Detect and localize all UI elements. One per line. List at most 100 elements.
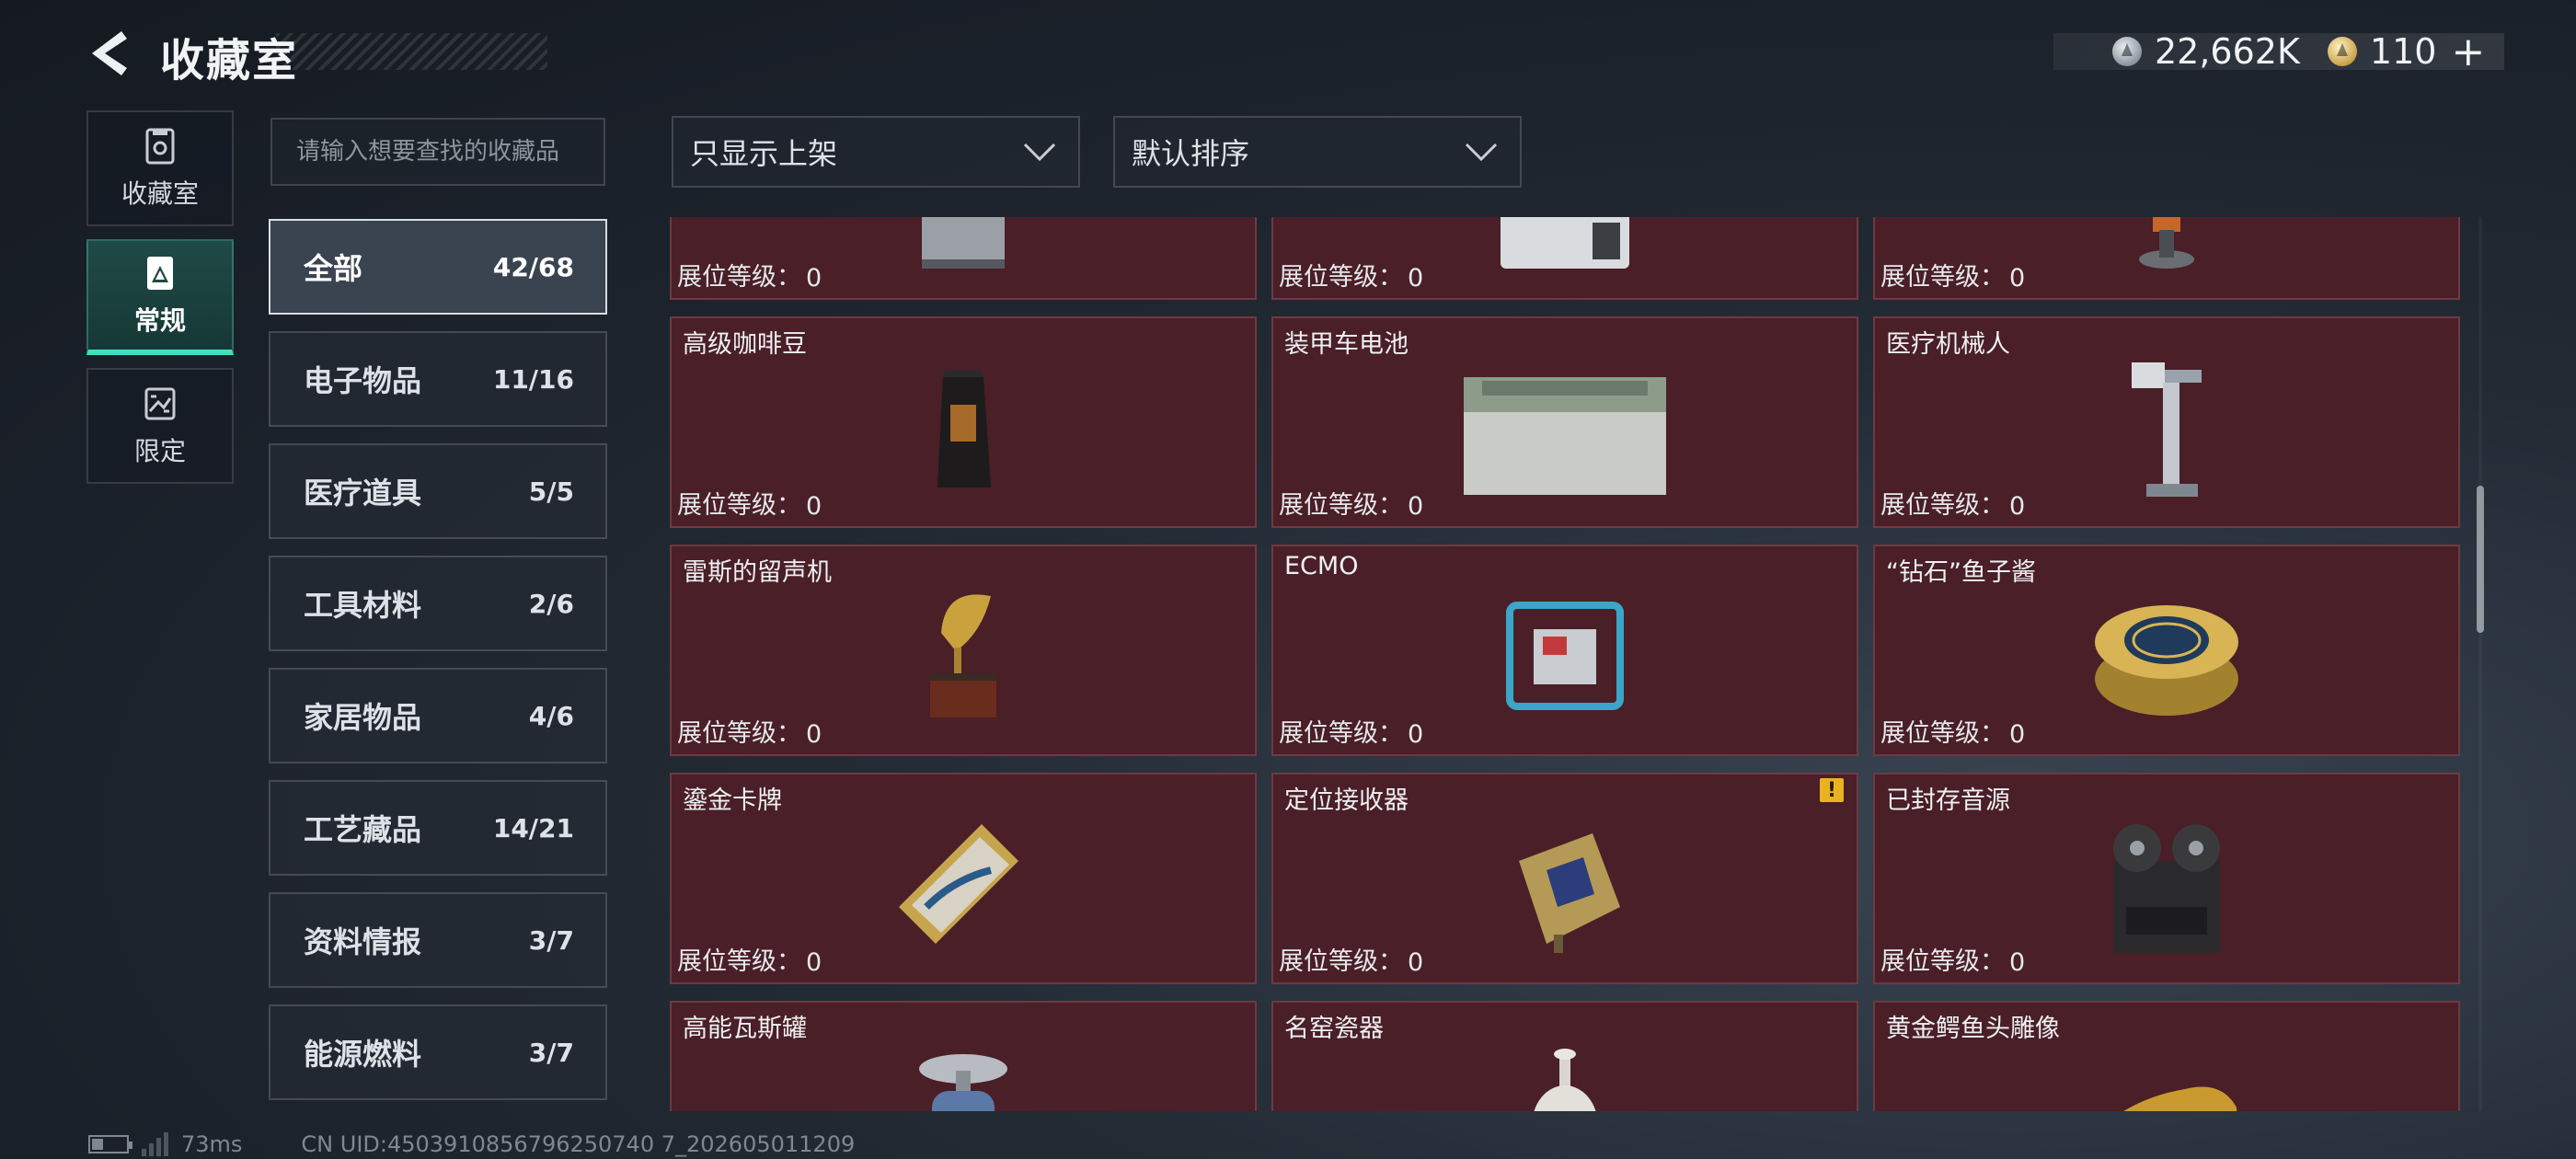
small-device-icon xyxy=(2139,217,2194,269)
category-count: 3/7 xyxy=(528,1037,574,1068)
category-count: 4/6 xyxy=(528,700,574,731)
category-crafts[interactable]: 工艺藏品 14/21 xyxy=(269,780,607,876)
warning-badge: ! xyxy=(1820,778,1844,802)
ecmo-icon xyxy=(1506,602,1624,710)
sort-dropdown[interactable]: 默认排序 xyxy=(1113,116,1522,188)
user-uid: CN UID:4503910856796250740 7_20260501120… xyxy=(301,1131,856,1157)
card-name: 高能瓦斯罐 xyxy=(683,1015,807,1043)
gold-currency-value: 110 xyxy=(2369,31,2437,72)
porcelain-vase-icon xyxy=(1534,1049,1596,1111)
category-energy[interactable]: 能源燃料 3/7 xyxy=(269,1004,607,1100)
category-all[interactable]: 全部 42/68 xyxy=(269,219,607,315)
display-level-label: 展位等级： xyxy=(1880,719,2005,748)
collectible-card[interactable]: ECMO 展位等级： 0 xyxy=(1271,545,1858,756)
card-name: 定位接收器 xyxy=(1284,786,1409,815)
limited-icon xyxy=(144,387,176,420)
collectible-card[interactable]: 鎏金卡牌 展位等级： 0 xyxy=(670,773,1257,984)
nav-regular[interactable]: 常规 xyxy=(86,239,234,355)
collectible-card[interactable]: 雷斯的留声机 展位等级： 0 xyxy=(670,545,1257,756)
card-name: 鎏金卡牌 xyxy=(683,786,782,815)
grid-scrollbar-thumb[interactable] xyxy=(2477,486,2484,633)
locator-receiver-icon xyxy=(1519,833,1620,953)
category-name: 全部 xyxy=(304,251,363,286)
category-name: 电子物品 xyxy=(304,363,422,398)
collectible-card[interactable]: 展位等级： 0 xyxy=(1271,217,1858,300)
display-level-label: 展位等级： xyxy=(677,263,801,292)
chevron-down-icon xyxy=(1023,143,1056,162)
category-medical[interactable]: 医疗道具 5/5 xyxy=(269,443,607,539)
gold-coin-icon xyxy=(2327,37,2357,66)
silver-coin-icon xyxy=(2112,37,2142,66)
display-level-value: 0 xyxy=(806,720,822,749)
device-icon xyxy=(1501,217,1629,269)
search-input[interactable] xyxy=(270,118,605,186)
collectible-card[interactable]: 高级咖啡豆 展位等级： 0 xyxy=(670,316,1257,528)
header-decor-stripe xyxy=(276,33,547,70)
display-level-label: 展位等级： xyxy=(1279,491,1403,520)
card-name: 黄金鳄鱼头雕像 xyxy=(1886,1015,2060,1043)
battery-icon xyxy=(88,1135,132,1153)
category-name: 能源燃料 xyxy=(304,1037,422,1072)
collection-room-icon xyxy=(145,128,175,165)
gramophone-icon xyxy=(930,594,996,717)
grid-scrollbar-track xyxy=(2478,217,2482,1111)
collectible-card[interactable]: 医疗机械人 展位等级： 0 xyxy=(1873,316,2460,528)
display-level-label: 展位等级： xyxy=(677,491,801,520)
category-name: 资料情报 xyxy=(304,924,422,959)
display-level-label: 展位等级： xyxy=(677,947,801,976)
back-arrow-icon[interactable] xyxy=(85,26,140,81)
category-count: 11/16 xyxy=(492,363,574,395)
display-level-label: 展位等级： xyxy=(1279,947,1403,976)
category-name: 医疗道具 xyxy=(304,476,422,511)
display-level-value: 0 xyxy=(1408,492,1424,521)
nav-limited[interactable]: 限定 xyxy=(86,368,234,484)
tape-recorder-icon xyxy=(2113,824,2220,953)
collectible-card[interactable]: 展位等级： 0 xyxy=(670,217,1257,300)
silver-currency-value: 22,662K xyxy=(2155,31,2300,72)
collectible-card[interactable]: 高能瓦斯罐 展位等级： xyxy=(670,1001,1257,1111)
collectible-card[interactable]: 展位等级： 0 xyxy=(1873,217,2460,300)
card-name: “钻石”鱼子酱 xyxy=(1886,558,2036,587)
collectible-card[interactable]: 名窑瓷器 展位等级： xyxy=(1271,1001,1858,1111)
display-level-value: 0 xyxy=(2009,948,2026,977)
collectible-card[interactable]: 黄金鳄鱼头雕像 展位等级： xyxy=(1873,1001,2460,1111)
caviar-tin-icon xyxy=(2095,605,2238,716)
card-name: 高级咖啡豆 xyxy=(683,330,807,359)
category-count: 14/21 xyxy=(492,812,574,843)
display-level-value: 0 xyxy=(2009,492,2026,521)
category-name: 工具材料 xyxy=(304,588,422,623)
nav-label: 收藏室 xyxy=(121,178,199,209)
status-footer: 73ms CN UID:4503910856796250740 7_202605… xyxy=(88,1131,855,1157)
coffee-bag-icon xyxy=(937,370,991,488)
display-level-value: 0 xyxy=(806,264,822,293)
medical-robot-icon xyxy=(2132,362,2202,497)
metal-case-icon xyxy=(922,217,1005,269)
display-level-value: 0 xyxy=(2009,264,2026,293)
display-level-label: 展位等级： xyxy=(1880,263,2005,292)
category-intel[interactable]: 资料情报 3/7 xyxy=(269,892,607,988)
display-level-label: 展位等级： xyxy=(677,719,801,748)
display-filter-dropdown[interactable]: 只显示上架 xyxy=(672,116,1080,188)
gold-croc-head-icon xyxy=(2123,1086,2237,1111)
battery-icon xyxy=(1464,377,1666,495)
collectible-card[interactable]: 装甲车电池 展位等级： 0 xyxy=(1271,316,1858,528)
collectible-grid-viewport: 展位等级： 0 展位等级： 0 展位等级： 0 高级咖啡豆 展位等级： 0 装甲… xyxy=(670,217,2464,1111)
display-level-value: 0 xyxy=(1408,720,1424,749)
display-level-label: 展位等级： xyxy=(1880,947,2005,976)
collectible-card[interactable]: 定位接收器 ! 展位等级： 0 xyxy=(1271,773,1858,984)
category-count: 42/68 xyxy=(492,251,574,282)
card-name: 医疗机械人 xyxy=(1886,330,2010,359)
collectible-card[interactable]: “钻石”鱼子酱 展位等级： 0 xyxy=(1873,545,2460,756)
nav-label: 限定 xyxy=(133,436,186,466)
display-level-label: 展位等级： xyxy=(1279,263,1403,292)
category-name: 家居物品 xyxy=(304,700,422,735)
nav-collection-room[interactable]: 收藏室 xyxy=(86,110,234,226)
category-tools[interactable]: 工具材料 2/6 xyxy=(269,556,607,651)
signal-strength-icon xyxy=(142,1132,168,1156)
category-electronics[interactable]: 电子物品 11/16 xyxy=(269,331,607,427)
collectible-card[interactable]: 已封存音源 展位等级： 0 xyxy=(1873,773,2460,984)
display-filter-label: 只显示上架 xyxy=(690,136,838,171)
card-name: 已封存音源 xyxy=(1886,786,2010,815)
category-household[interactable]: 家居物品 4/6 xyxy=(269,668,607,763)
add-currency-button[interactable]: + xyxy=(2451,29,2485,75)
